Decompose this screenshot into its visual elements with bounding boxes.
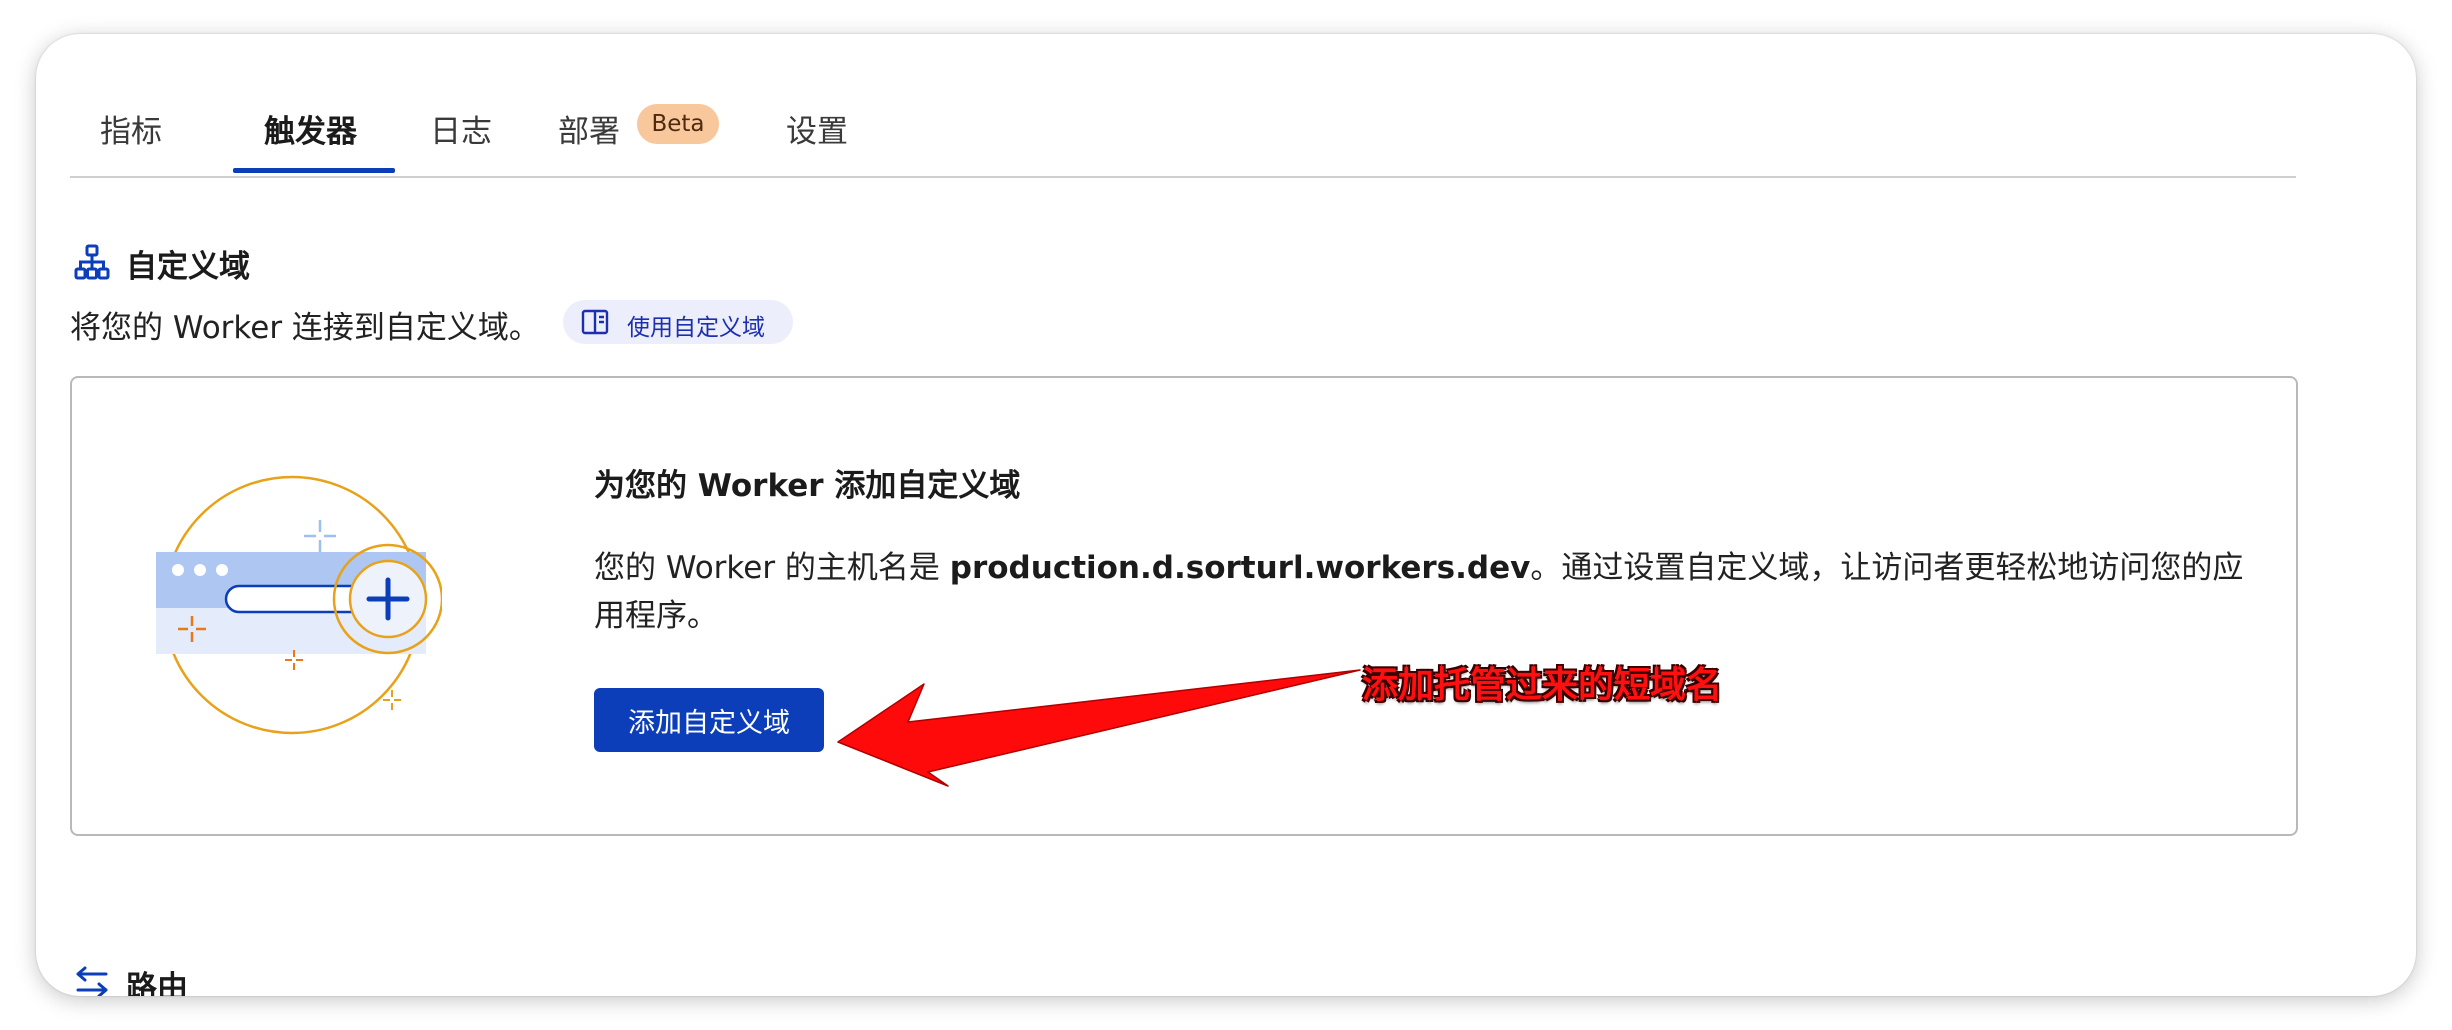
annotation-arrow <box>837 669 1361 787</box>
docs-link-custom-domain[interactable]: 使用自定义域 <box>563 300 793 344</box>
app-window: 指标 触发器 日志 部署 Beta 设置 自定义域 将您的 Worker 连接到… <box>36 34 2416 996</box>
tab-logs[interactable]: 日志 <box>430 106 492 151</box>
add-custom-domain-button[interactable]: 添加自定义域 <box>594 688 824 752</box>
beta-badge: Beta <box>637 104 719 144</box>
docs-link-label: 使用自定义域 <box>627 315 765 341</box>
tab-triggers[interactable]: 触发器 <box>264 106 357 151</box>
card-body-prefix: 您的 Worker 的主机名是 <box>594 550 950 586</box>
routes-title: 路由 <box>126 970 188 996</box>
custom-domain-title: 自定义域 <box>126 249 250 285</box>
domain-illustration <box>156 475 442 735</box>
tab-metrics[interactable]: 指标 <box>100 106 162 151</box>
annotation-text: 添加托管过来的短域名 <box>1362 665 1723 706</box>
custom-domain-description: 将您的 Worker 连接到自定义域。 <box>70 310 540 346</box>
swap-arrows-icon <box>76 966 108 996</box>
tab-bar: 指标 触发器 日志 部署 Beta 设置 <box>70 34 2296 178</box>
active-tab-indicator <box>233 168 395 173</box>
tab-settings[interactable]: 设置 <box>786 106 848 151</box>
sitemap-icon <box>74 244 110 280</box>
tab-deployments[interactable]: 部署 <box>558 106 620 151</box>
worker-hostname: production.d.sorturl.workers.dev <box>949 550 1531 586</box>
book-icon <box>581 309 609 335</box>
card-title: 为您的 Worker 添加自定义域 <box>594 468 1021 504</box>
